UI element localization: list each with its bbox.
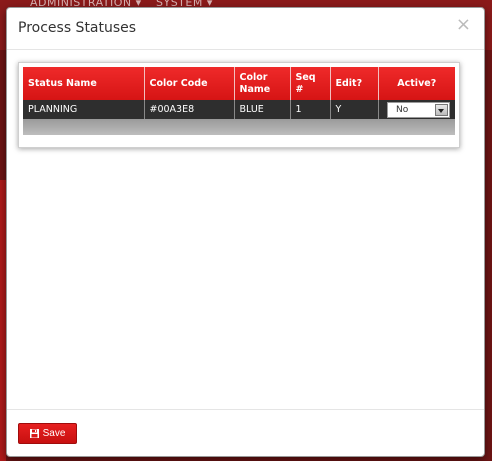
header-color-code[interactable]: Color Code	[144, 67, 235, 100]
save-button-label: Save	[42, 428, 66, 439]
header-active[interactable]: Active?	[378, 67, 455, 100]
process-statuses-modal: Process Statuses × Status Name Color Cod…	[6, 7, 485, 457]
cell-color-name[interactable]: BLUE	[234, 100, 291, 119]
statuses-table: Status Name Color Code Color Name Seq # …	[23, 67, 455, 135]
close-icon[interactable]: ×	[456, 16, 471, 34]
modal-header: Process Statuses ×	[7, 8, 484, 50]
cell-color-code[interactable]: #00A3E8	[144, 100, 235, 119]
active-select[interactable]: No	[387, 101, 450, 118]
table-footer	[23, 119, 455, 135]
modal-title: Process Statuses	[18, 20, 137, 36]
header-seq[interactable]: Seq #	[290, 67, 331, 100]
modal-body: Status Name Color Code Color Name Seq # …	[7, 51, 484, 409]
chevron-down-icon[interactable]	[435, 103, 448, 116]
table-row[interactable]: PLANNING #00A3E8 BLUE 1 Y No	[23, 100, 455, 119]
cell-active: No	[378, 100, 455, 119]
active-select-value: No	[396, 104, 409, 115]
cell-seq[interactable]: 1	[290, 100, 331, 119]
table-header-row: Status Name Color Code Color Name Seq # …	[23, 67, 455, 100]
statuses-grid: Status Name Color Code Color Name Seq # …	[18, 62, 460, 148]
save-button[interactable]: Save	[18, 423, 77, 444]
header-color-name[interactable]: Color Name	[234, 67, 291, 100]
floppy-disk-icon	[29, 429, 39, 438]
header-edit[interactable]: Edit?	[330, 67, 379, 100]
modal-footer: Save	[7, 409, 484, 456]
table-footer-bar	[23, 119, 455, 135]
cell-edit[interactable]: Y	[330, 100, 379, 119]
cell-status-name[interactable]: PLANNING	[23, 100, 145, 119]
header-status-name[interactable]: Status Name	[23, 67, 145, 100]
